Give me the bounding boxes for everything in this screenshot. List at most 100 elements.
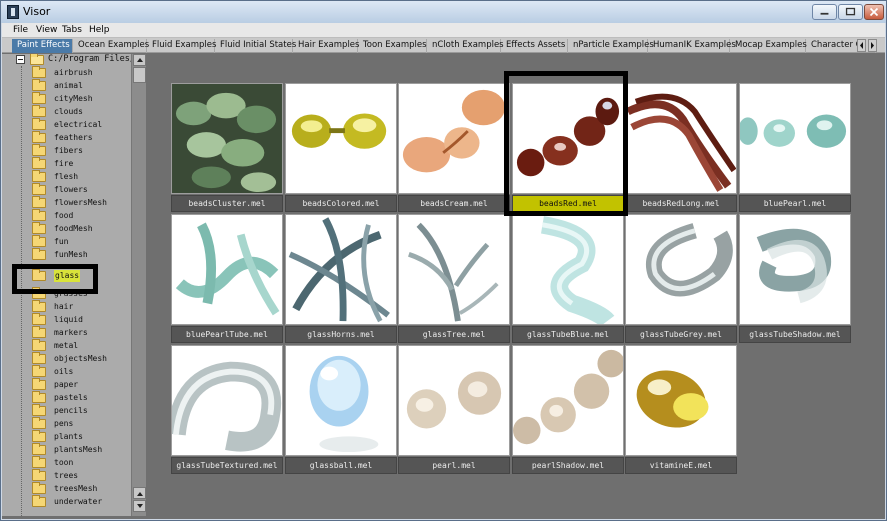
glass-horns-thumbnail[interactable] (285, 214, 397, 325)
beads-red-long-thumbnail[interactable] (625, 83, 737, 194)
scroll-down-arrow-icon[interactable] (133, 500, 146, 512)
preset-label[interactable]: vitamineE.mel (625, 457, 737, 474)
tree-item-animal[interactable]: animal (2, 79, 131, 93)
tab-ocean-examples[interactable]: Ocean Examples (73, 39, 149, 53)
pearl-shadow-thumbnail[interactable] (512, 345, 624, 456)
preset-label[interactable]: glassTubeGrey.mel (625, 326, 737, 343)
preset-tile[interactable]: glassTubeShadow.mel (739, 214, 851, 343)
preset-tile[interactable]: glassHorns.mel (285, 214, 397, 343)
tab-ncloth-examples[interactable]: nCloth Examples (427, 39, 504, 53)
tree-item-electrical[interactable]: electrical (2, 118, 131, 132)
tree-item-plantsmesh[interactable]: plantsMesh (2, 443, 131, 457)
preset-tile[interactable]: beadsRedLong.mel (625, 83, 737, 212)
title-bar[interactable]: Visor (1, 1, 886, 23)
tree-item-paper[interactable]: paper (2, 378, 131, 392)
preset-label[interactable]: glassTubeBlue.mel (512, 326, 624, 343)
tree-item-feathers[interactable]: feathers (2, 131, 131, 145)
tree-item-plants[interactable]: plants (2, 430, 131, 444)
tree-item-treesmesh[interactable]: treesMesh (2, 482, 131, 496)
tree-item-hair[interactable]: hair (2, 300, 131, 314)
tree-item-foodmesh[interactable]: foodMesh (2, 222, 131, 236)
tree-item-fun[interactable]: fun (2, 235, 131, 249)
beads-colored-thumbnail[interactable] (285, 83, 397, 194)
tree-item-flowersmesh[interactable]: flowersMesh (2, 196, 131, 210)
blue-pearl-tube-thumbnail[interactable] (171, 214, 283, 325)
tree-item-citymesh[interactable]: cityMesh (2, 92, 131, 106)
tree-item-underwater[interactable]: underwater (2, 495, 131, 509)
tab-hair-examples[interactable]: Hair Examples (293, 39, 359, 53)
preset-tile[interactable]: glassTree.mel (398, 214, 510, 343)
scroll-up-arrow-icon[interactable] (133, 487, 146, 499)
preset-label[interactable]: pearlShadow.mel (512, 457, 624, 474)
tree-item-pencils[interactable]: pencils (2, 404, 131, 418)
preset-label[interactable]: beadsRedLong.mel (625, 195, 737, 212)
glass-tube-grey-thumbnail[interactable] (625, 214, 737, 325)
tree-item-objectsmesh[interactable]: objectsMesh (2, 352, 131, 366)
glass-tree-thumbnail[interactable] (398, 214, 510, 325)
preset-tile[interactable]: bluePearl.mel (739, 83, 851, 212)
preset-tile[interactable]: glassball.mel (285, 345, 397, 474)
menu-view[interactable]: View (36, 25, 57, 35)
preset-label[interactable]: bluePearl.mel (739, 195, 851, 212)
tab-humanik-examples[interactable]: HumanIK Examples (648, 39, 736, 53)
tree-item-metal[interactable]: metal (2, 339, 131, 353)
tree-item-markers[interactable]: markers (2, 326, 131, 340)
preset-label[interactable]: glassTree.mel (398, 326, 510, 343)
beads-cream-thumbnail[interactable] (398, 83, 510, 194)
blue-pearl-thumbnail[interactable] (739, 83, 851, 194)
preset-tile[interactable]: bluePearlTube.mel (171, 214, 283, 343)
preset-label[interactable]: glassTubeTextured.mel (171, 457, 283, 474)
preset-tile[interactable]: vitamineE.mel (625, 345, 737, 474)
tab-paint-effects[interactable]: Paint Effects (12, 39, 73, 53)
glass-ball-thumbnail[interactable] (285, 345, 397, 456)
vitamine-e-thumbnail[interactable] (625, 345, 737, 456)
tree-item-fibers[interactable]: fibers (2, 144, 131, 158)
tab-scroll-right-icon[interactable] (868, 39, 877, 52)
glass-tube-shadow-thumbnail[interactable] (739, 214, 851, 325)
tree-item-toon[interactable]: toon (2, 456, 131, 470)
tab-mocap-examples[interactable]: Mocap Examples (730, 39, 807, 53)
tab-scroll-left-icon[interactable] (857, 39, 866, 52)
tree-scrollbar[interactable] (131, 54, 146, 516)
preset-tile[interactable]: glassTubeTextured.mel (171, 345, 283, 474)
preset-label[interactable]: glassHorns.mel (285, 326, 397, 343)
tab-toon-examples[interactable]: Toon Examples (358, 39, 427, 53)
preset-tile[interactable]: beadsCream.mel (398, 83, 510, 212)
tree-item-fire[interactable]: fire (2, 157, 131, 171)
preset-tile[interactable]: pearlShadow.mel (512, 345, 624, 474)
tab-effects-assets[interactable]: Effects Assets (501, 39, 568, 53)
tree-item-airbrush[interactable]: airbrush (2, 66, 131, 80)
tree-item-clouds[interactable]: clouds (2, 105, 131, 119)
tree-item-pens[interactable]: pens (2, 417, 131, 431)
tree-item-flowers[interactable]: flowers (2, 183, 131, 197)
maximize-button[interactable] (838, 4, 863, 20)
tree-item-oils[interactable]: oils (2, 365, 131, 379)
close-button[interactable] (864, 4, 884, 20)
preset-tile[interactable]: pearl.mel (398, 345, 510, 474)
menu-help[interactable]: Help (89, 25, 110, 35)
glass-tube-textured-thumbnail[interactable] (171, 345, 283, 456)
preset-tile[interactable]: beadsCluster.mel (171, 83, 283, 212)
preset-label[interactable]: beadsCluster.mel (171, 195, 283, 212)
preset-label[interactable]: pearl.mel (398, 457, 510, 474)
preset-label[interactable]: bluePearlTube.mel (171, 326, 283, 343)
menu-file[interactable]: File (13, 25, 28, 35)
glass-tube-blue-thumbnail[interactable] (512, 214, 624, 325)
tab-fluid-initial-states[interactable]: Fluid Initial States (215, 39, 296, 53)
tree-item-flesh[interactable]: flesh (2, 170, 131, 184)
menu-tabs[interactable]: Tabs (62, 25, 82, 35)
pearl-thumbnail[interactable] (398, 345, 510, 456)
preset-label[interactable]: beadsCream.mel (398, 195, 510, 212)
collapse-icon[interactable] (16, 55, 25, 64)
preset-label[interactable]: beadsColored.mel (285, 195, 397, 212)
tree-item-pastels[interactable]: pastels (2, 391, 131, 405)
preset-tile[interactable]: beadsColored.mel (285, 83, 397, 212)
tree-item-funmesh[interactable]: funMesh (2, 248, 131, 262)
scroll-up-arrow-icon[interactable] (133, 54, 146, 66)
preset-tile[interactable]: glassTubeGrey.mel (625, 214, 737, 343)
tree-item-trees[interactable]: trees (2, 469, 131, 483)
minimize-button[interactable] (812, 4, 837, 20)
beads-cluster-thumbnail[interactable] (171, 83, 283, 194)
scrollbar-thumb[interactable] (133, 67, 146, 83)
preset-label[interactable]: glassball.mel (285, 457, 397, 474)
